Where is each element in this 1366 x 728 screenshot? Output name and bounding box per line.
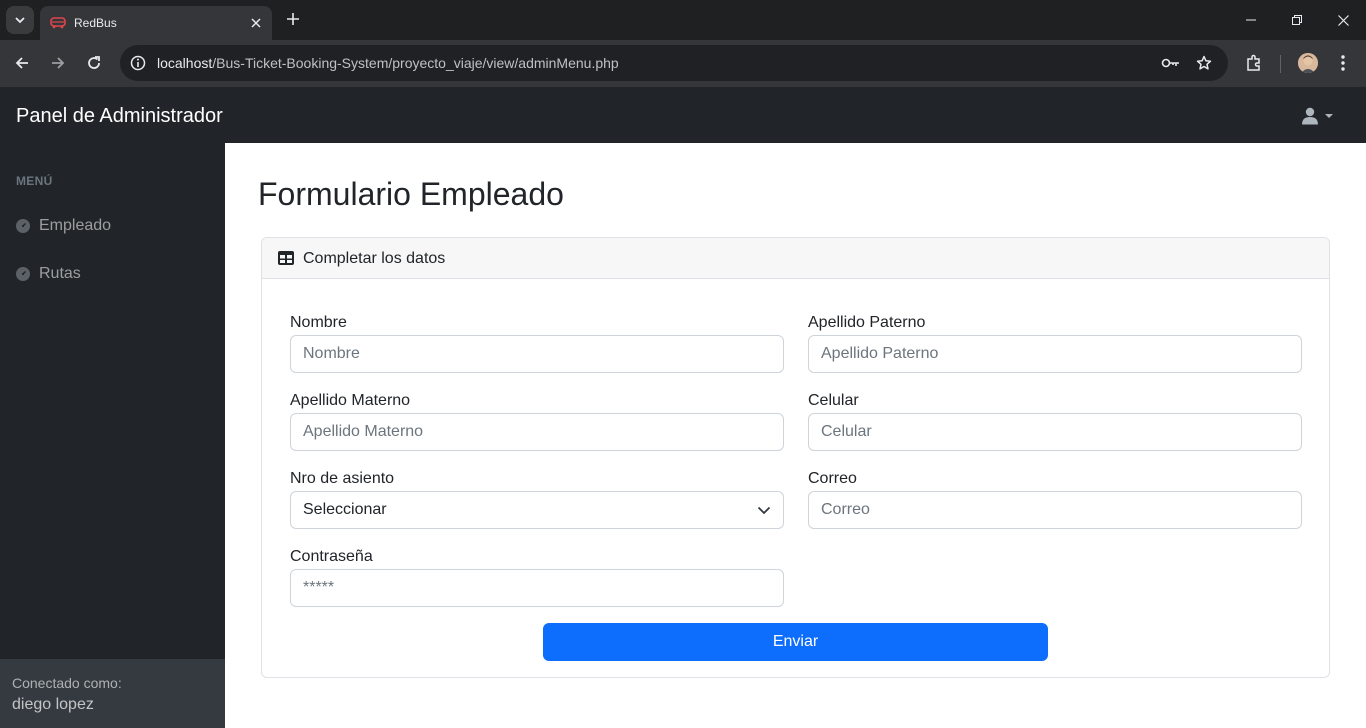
gauge-icon [16, 267, 30, 281]
sidebar-item-label: Empleado [39, 217, 112, 234]
address-bar[interactable]: localhost/Bus-Ticket-Booking-System/proy… [120, 45, 1228, 81]
profile-avatar[interactable] [1298, 53, 1318, 73]
apellido-paterno-input[interactable] [808, 335, 1302, 373]
nro-asiento-label: Nro de asiento [290, 470, 395, 487]
new-tab-button[interactable] [282, 8, 304, 30]
submit-button[interactable]: Enviar [543, 623, 1048, 661]
browser-tab[interactable]: RedBus [40, 6, 272, 40]
correo-input[interactable] [808, 491, 1302, 529]
form-card: Completar los datos [261, 237, 1330, 678]
url-host: localhost [157, 55, 213, 71]
correo-label: Correo [808, 470, 857, 487]
toolbar-separator [1280, 55, 1281, 73]
caret-down-icon [1325, 114, 1333, 118]
sidebar: MENÚ Empleado Rutas Conectado como: dieg… [0, 143, 225, 728]
nombre-input[interactable] [290, 335, 784, 373]
nro-asiento-selected: Seleccionar [303, 501, 387, 518]
apellido-materno-label: Apellido Materno [290, 392, 411, 409]
forward-button[interactable] [45, 50, 71, 76]
more-menu-icon[interactable] [1332, 52, 1354, 74]
sidebar-item-label: Rutas [39, 265, 81, 282]
browser-toolbar: localhost/Bus-Ticket-Booking-System/proy… [0, 40, 1366, 87]
minimize-button[interactable] [1228, 0, 1274, 40]
celular-input[interactable] [808, 413, 1302, 451]
url-text: localhost/Bus-Ticket-Booking-System/proy… [157, 55, 619, 71]
sidebar-item-empleado[interactable]: Empleado [16, 217, 111, 235]
apellido-paterno-label: Apellido Paterno [808, 314, 926, 331]
chevron-down-icon [15, 17, 25, 24]
user-dropdown[interactable] [1302, 107, 1334, 125]
logged-in-label: Conectado como: [12, 675, 122, 691]
back-button[interactable] [9, 50, 35, 76]
url-path: /Bus-Ticket-Booking-System/proyecto_viaj… [212, 55, 619, 71]
sidebar-footer: Conectado como: diego lopez [0, 659, 225, 728]
reload-icon [88, 56, 100, 69]
bus-icon [50, 15, 66, 31]
nro-asiento-select[interactable]: Seleccionar [290, 491, 784, 529]
user-icon [1302, 107, 1318, 125]
close-icon [1337, 14, 1349, 26]
logged-in-user: diego lopez [12, 696, 94, 713]
plus-icon [287, 13, 299, 25]
celular-label: Celular [808, 392, 859, 409]
card-header: Completar los datos [262, 238, 1329, 279]
close-window-button[interactable] [1320, 0, 1366, 40]
page-title: Formulario Empleado [258, 176, 564, 212]
app-navbar: Panel de Administrador [0, 87, 1366, 143]
site-info-icon[interactable] [128, 53, 148, 73]
tab-search-button[interactable] [6, 6, 34, 34]
chevron-down-icon [757, 506, 771, 514]
navbar-brand[interactable]: Panel de Administrador [16, 105, 223, 128]
table-icon [278, 251, 294, 265]
restore-icon [1292, 15, 1302, 25]
contrasena-label: Contraseña [290, 548, 373, 565]
arrow-left-icon [15, 57, 28, 69]
restore-button[interactable] [1274, 0, 1320, 40]
contrasena-input[interactable] [290, 569, 784, 607]
minimize-icon [1246, 19, 1256, 21]
reload-button[interactable] [81, 50, 107, 76]
card-header-title: Completar los datos [303, 250, 446, 267]
sidebar-heading: MENÚ [16, 174, 53, 188]
arrow-right-icon [52, 57, 65, 69]
extensions-icon[interactable] [1243, 52, 1265, 74]
apellido-materno-input[interactable] [290, 413, 784, 451]
close-tab-icon[interactable] [248, 15, 264, 31]
nombre-label: Nombre [290, 314, 347, 331]
gauge-icon [16, 219, 30, 233]
bookmark-star-icon[interactable] [1194, 53, 1214, 73]
sidebar-item-rutas[interactable]: Rutas [16, 265, 81, 283]
tab-title: RedBus [74, 16, 117, 30]
key-icon[interactable] [1161, 53, 1181, 73]
browser-tab-strip: RedBus [0, 0, 1366, 40]
